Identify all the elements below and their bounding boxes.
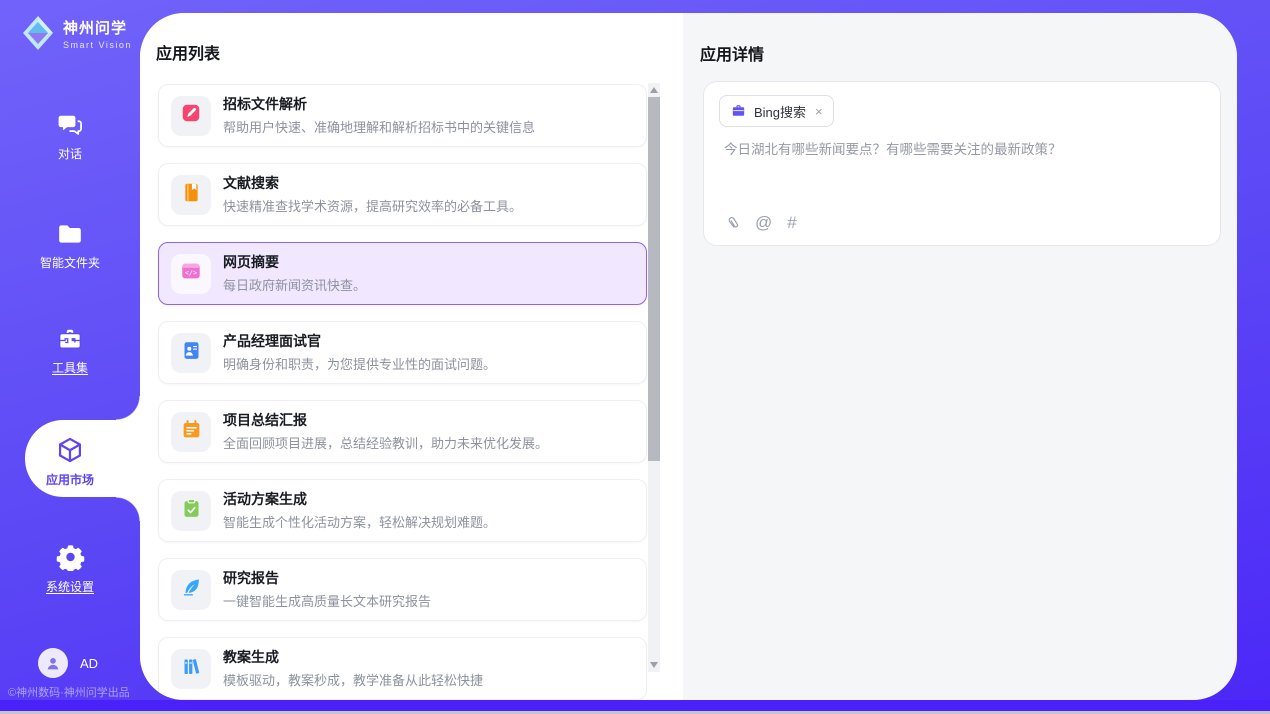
app-icon-chip bbox=[171, 649, 211, 689]
app-desc: 全面回顾项目进展，总结经验教训，助力未来优化发展。 bbox=[223, 433, 548, 452]
app-desc: 快速精准查找学术资源，提高研究效率的必备工具。 bbox=[223, 196, 522, 215]
app-name: 活动方案生成 bbox=[223, 491, 496, 508]
app-card-lesson-plan[interactable]: 教案生成模板驱动，教案秒成，教学准备从此轻松快捷 bbox=[158, 637, 647, 700]
sidebar-item-settings[interactable]: 系统设置 bbox=[0, 543, 140, 595]
sidebar-item-chat[interactable]: 对话 bbox=[0, 112, 140, 162]
app-card-event-plan[interactable]: 活动方案生成智能生成个性化活动方案，轻松解决规划难题。 bbox=[158, 479, 647, 542]
close-icon[interactable]: × bbox=[815, 104, 823, 119]
edit-square-icon bbox=[180, 102, 202, 129]
folder-icon bbox=[56, 221, 84, 247]
app-desc: 一键智能生成高质量长文本研究报告 bbox=[223, 591, 431, 610]
diamond-logo-icon bbox=[20, 14, 56, 52]
interview-icon bbox=[181, 340, 202, 366]
user-initials: AD bbox=[80, 656, 98, 671]
app-name: 网页摘要 bbox=[223, 254, 366, 271]
prompt-input[interactable]: 今日湖北有哪些新闻要点？有哪些需要关注的最新政策？ bbox=[724, 140, 1200, 200]
app-card-pm-interviewer[interactable]: 产品经理面试官明确身份和职责，为您提供专业性的面试问题。 bbox=[158, 321, 647, 384]
mention-icon[interactable]: @ bbox=[755, 213, 772, 233]
sidebar-item-smart-folder[interactable]: 智能文件夹 bbox=[0, 221, 140, 271]
sidebar: 神州问学 Smart Vision 对话 智能文件夹 工具集 应用市场 系统设置… bbox=[0, 0, 140, 714]
sidebar-item-label: 智能文件夹 bbox=[0, 254, 140, 271]
app-icon-chip bbox=[171, 96, 211, 136]
app-card-research-report[interactable]: 研究报告一键智能生成高质量长文本研究报告 bbox=[158, 558, 647, 621]
cube-icon bbox=[55, 436, 85, 464]
main-container: 应用列表 招标文件解析帮助用户快速、准确地理解和解析招标书中的关键信息 文献搜索… bbox=[140, 13, 1237, 700]
app-icon-chip bbox=[171, 412, 211, 452]
scrollbar-track[interactable] bbox=[648, 83, 660, 672]
scrollbar-thumb[interactable] bbox=[648, 97, 660, 461]
scroll-up-icon[interactable] bbox=[650, 87, 658, 93]
brand-logo: 神州问学 Smart Vision bbox=[20, 14, 132, 52]
app-list-title: 应用列表 bbox=[156, 40, 220, 64]
brand-tagline: Smart Vision bbox=[63, 40, 132, 50]
sidebar-item-label: 对话 bbox=[0, 145, 140, 162]
app-list: 招标文件解析帮助用户快速、准确地理解和解析招标书中的关键信息 文献搜索快速精准查… bbox=[158, 84, 647, 700]
app-desc: 帮助用户快速、准确地理解和解析招标书中的关键信息 bbox=[223, 117, 535, 136]
browser-icon bbox=[180, 260, 202, 287]
app-detail-panel: 应用详情 Bing搜索 × 今日湖北有哪些新闻要点？有哪些需要关注的最新政策？ … bbox=[683, 13, 1237, 700]
app-desc: 智能生成个性化活动方案，轻松解决规划难题。 bbox=[223, 512, 496, 531]
user-profile[interactable]: AD bbox=[38, 648, 98, 678]
tool-tag-bing-search[interactable]: Bing搜索 × bbox=[719, 95, 834, 127]
prompt-toolbar: @ # bbox=[722, 213, 797, 233]
clipboard-check-icon bbox=[181, 498, 202, 524]
app-name: 招标文件解析 bbox=[223, 96, 535, 113]
briefcase-icon bbox=[730, 103, 747, 120]
avatar bbox=[38, 648, 68, 678]
app-icon-chip bbox=[171, 254, 211, 294]
app-card-bid-analysis[interactable]: 招标文件解析帮助用户快速、准确地理解和解析招标书中的关键信息 bbox=[158, 84, 647, 147]
sidebar-item-label: 系统设置 bbox=[0, 578, 140, 595]
prompt-card: Bing搜索 × 今日湖北有哪些新闻要点？有哪些需要关注的最新政策？ @ # bbox=[703, 81, 1221, 246]
calendar-icon bbox=[181, 419, 202, 445]
app-icon-chip bbox=[171, 570, 211, 610]
tool-tag-label: Bing搜索 bbox=[754, 102, 806, 121]
book-icon bbox=[181, 182, 202, 208]
person-icon bbox=[44, 654, 62, 672]
sidebar-item-label: 应用市场 bbox=[0, 471, 140, 488]
app-icon-chip bbox=[171, 175, 211, 215]
chat-icon bbox=[56, 112, 84, 138]
sidebar-item-app-market[interactable]: 应用市场 bbox=[0, 436, 140, 488]
app-list-panel: 应用列表 招标文件解析帮助用户快速、准确地理解和解析招标书中的关键信息 文献搜索… bbox=[140, 13, 683, 700]
app-card-web-summary[interactable]: 网页摘要每日政府新闻资讯快查。 bbox=[158, 242, 647, 305]
app-name: 教案生成 bbox=[223, 649, 483, 666]
app-card-project-summary[interactable]: 项目总结汇报全面回顾项目进展，总结经验教训，助力未来优化发展。 bbox=[158, 400, 647, 463]
gear-icon bbox=[56, 543, 85, 571]
paperclip-icon[interactable] bbox=[722, 214, 740, 232]
books-icon bbox=[181, 656, 202, 682]
scroll-down-icon[interactable] bbox=[650, 662, 658, 668]
app-detail-title: 应用详情 bbox=[700, 41, 764, 65]
app-name: 研究报告 bbox=[223, 570, 431, 587]
app-desc: 模板驱动，教案秒成，教学准备从此轻松快捷 bbox=[223, 670, 483, 689]
app-name: 项目总结汇报 bbox=[223, 412, 548, 429]
copyright-footer: ©神州数码·神州问学出品 bbox=[8, 684, 140, 700]
quill-icon bbox=[181, 577, 202, 603]
app-desc: 每日政府新闻资讯快查。 bbox=[223, 275, 366, 294]
app-icon-chip bbox=[171, 333, 211, 373]
app-icon-chip bbox=[171, 491, 211, 531]
sidebar-item-label: 工具集 bbox=[0, 359, 140, 376]
bottom-strip bbox=[0, 700, 1270, 711]
sidebar-item-toolset[interactable]: 工具集 bbox=[0, 326, 140, 376]
toolbox-icon bbox=[56, 326, 84, 352]
app-card-literature-search[interactable]: 文献搜索快速精准查找学术资源，提高研究效率的必备工具。 bbox=[158, 163, 647, 226]
app-desc: 明确身份和职责，为您提供专业性的面试问题。 bbox=[223, 354, 496, 373]
brand-name: 神州问学 bbox=[63, 17, 132, 38]
app-name: 文献搜索 bbox=[223, 175, 522, 192]
hash-icon[interactable]: # bbox=[787, 213, 796, 233]
app-name: 产品经理面试官 bbox=[223, 333, 496, 350]
